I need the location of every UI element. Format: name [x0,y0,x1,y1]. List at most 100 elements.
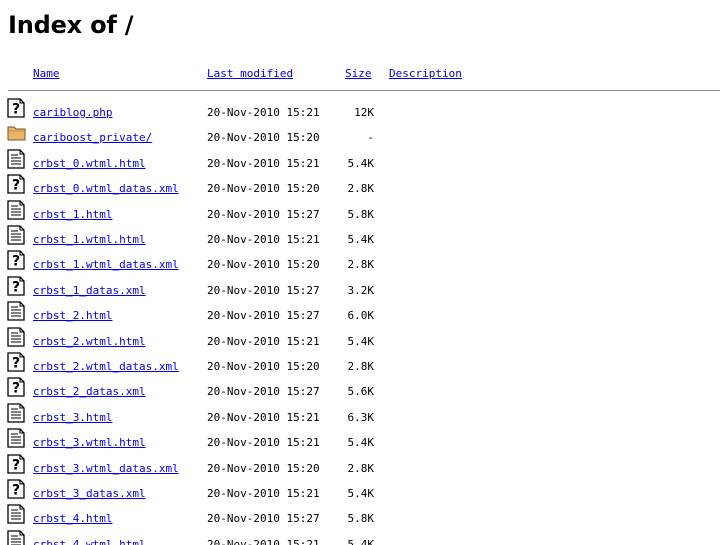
file-size: 5.8K [347,208,375,221]
file-link[interactable]: crbst_1_datas.xml [33,284,146,298]
file-size: 2.8K [347,182,375,195]
svg-text:?: ? [12,483,20,499]
unknown-file-icon: ? [7,454,26,474]
file-modified-date: 20-Nov-2010 15:21 [207,106,320,119]
file-link[interactable]: crbst_0.wtml_datas.xml [33,182,179,196]
file-modified-date: 20-Nov-2010 15:27 [207,385,320,398]
file-link[interactable]: crbst_1.html [33,208,112,222]
list-item: ? crbst_3_datas.xml 20-Nov-2010 15:21 5.4K [0,479,727,503]
svg-text:?: ? [12,458,20,474]
file-link[interactable]: crbst_3.html [33,411,112,425]
file-link[interactable]: cariblog.php [33,106,112,120]
file-modified-date: 20-Nov-2010 15:27 [207,208,320,221]
file-size: - [367,131,374,144]
header-divider [8,90,720,91]
unknown-file-icon: ? [7,377,26,397]
list-item: crbst_4.html 20-Nov-2010 15:27 5.8K [0,504,727,528]
file-link[interactable]: crbst_2.wtml.html [33,335,146,349]
folder-icon [7,123,26,143]
file-modified-date: 20-Nov-2010 15:27 [207,309,320,322]
file-link[interactable]: crbst_2_datas.xml [33,385,146,399]
list-item: cariboost_private/20-Nov-2010 15:20 - [0,123,727,147]
list-item: crbst_4.wtml.html 20-Nov-2010 15:21 5.4K [0,530,727,545]
file-modified-date: 20-Nov-2010 15:21 [207,538,320,545]
file-size: 2.8K [347,462,375,475]
svg-text:?: ? [12,178,20,194]
list-item: crbst_3.html 20-Nov-2010 15:21 6.3K [0,403,727,427]
text-file-icon [7,149,26,169]
file-size: 5.6K [347,385,375,398]
list-item: ? crbst_2.wtml_datas.xml 20-Nov-2010 15:20… [0,352,727,376]
text-file-icon [7,225,26,245]
column-header-last-modified[interactable]: Last modified [207,66,293,82]
list-item: ? crbst_1_datas.xml 20-Nov-2010 15:27 3.2K [0,276,727,300]
file-modified-date: 20-Nov-2010 15:21 [207,157,320,170]
file-size: 2.8K [347,258,375,271]
list-item: ? crbst_3.wtml_datas.xml 20-Nov-2010 15:20… [0,454,727,478]
text-file-icon [7,428,26,448]
file-size: 5.4K [347,487,375,500]
file-link[interactable]: crbst_2.html [33,309,112,323]
file-link[interactable]: cariboost_private/ [33,131,152,145]
file-modified-date: 20-Nov-2010 15:20 [207,131,320,144]
svg-text:?: ? [12,280,20,296]
file-size: 6.0K [347,309,375,322]
list-item: crbst_1.html 20-Nov-2010 15:27 5.8K [0,200,727,224]
list-item: crbst_3.wtml.html 20-Nov-2010 15:21 5.4K [0,428,727,452]
list-item: ? crbst_1.wtml_datas.xml 20-Nov-2010 15:20… [0,250,727,274]
list-item: crbst_1.wtml.html 20-Nov-2010 15:21 5.4K [0,225,727,249]
list-item: crbst_2.html 20-Nov-2010 15:27 6.0K [0,301,727,325]
file-size: 5.4K [347,157,375,170]
file-size: 5.4K [347,233,375,246]
list-item: ? crbst_2_datas.xml 20-Nov-2010 15:27 5.6K [0,377,727,401]
file-modified-date: 20-Nov-2010 15:27 [207,512,320,525]
file-link[interactable]: crbst_3.wtml_datas.xml [33,462,179,476]
column-header-description[interactable]: Description [389,66,462,82]
unknown-file-icon: ? [7,352,26,372]
svg-text:?: ? [12,254,20,270]
column-header-size[interactable]: Size [345,66,372,82]
list-item: ? crbst_0.wtml_datas.xml 20-Nov-2010 15:20… [0,174,727,198]
svg-text:?: ? [12,102,20,118]
file-modified-date: 20-Nov-2010 15:20 [207,182,320,195]
file-modified-date: 20-Nov-2010 15:21 [207,487,320,500]
file-link[interactable]: crbst_1.wtml_datas.xml [33,258,179,272]
text-file-icon [7,301,26,321]
text-file-icon [7,403,26,423]
file-modified-date: 20-Nov-2010 15:20 [207,258,320,271]
unknown-file-icon: ? [7,276,26,296]
file-modified-date: 20-Nov-2010 15:27 [207,284,320,297]
file-size: 12K [354,106,374,119]
page-title: Index of / [8,11,134,39]
list-item: crbst_0.wtml.html 20-Nov-2010 15:21 5.4K [0,149,727,173]
file-modified-date: 20-Nov-2010 15:21 [207,233,320,246]
file-size: 5.8K [347,512,375,525]
svg-text:?: ? [12,381,20,397]
file-size: 3.2K [347,284,375,297]
file-link[interactable]: crbst_4.html [33,512,112,526]
text-file-icon [7,200,26,220]
list-item: ? cariblog.php 20-Nov-2010 15:21 12K [0,98,727,122]
file-link[interactable]: crbst_0.wtml.html [33,157,146,171]
file-link[interactable]: crbst_3_datas.xml [33,487,146,501]
file-size: 6.3K [347,411,375,424]
unknown-file-icon: ? [7,174,26,194]
list-item: crbst_2.wtml.html 20-Nov-2010 15:21 5.4K [0,327,727,351]
file-modified-date: 20-Nov-2010 15:21 [207,411,320,424]
file-modified-date: 20-Nov-2010 15:21 [207,436,320,449]
text-file-icon [7,530,26,545]
file-link[interactable]: crbst_1.wtml.html [33,233,146,247]
text-file-icon [7,504,26,524]
file-size: 5.4K [347,335,375,348]
unknown-file-icon: ? [7,479,26,499]
column-header-name[interactable]: Name [33,66,60,82]
unknown-file-icon: ? [7,98,26,118]
svg-text:?: ? [12,356,20,372]
file-link[interactable]: crbst_3.wtml.html [33,436,146,450]
text-file-icon [7,327,26,347]
file-link[interactable]: crbst_4.wtml.html [33,538,146,545]
file-link[interactable]: crbst_2.wtml_datas.xml [33,360,179,374]
file-modified-date: 20-Nov-2010 15:20 [207,462,320,475]
file-size: 5.4K [347,436,375,449]
file-modified-date: 20-Nov-2010 15:21 [207,335,320,348]
